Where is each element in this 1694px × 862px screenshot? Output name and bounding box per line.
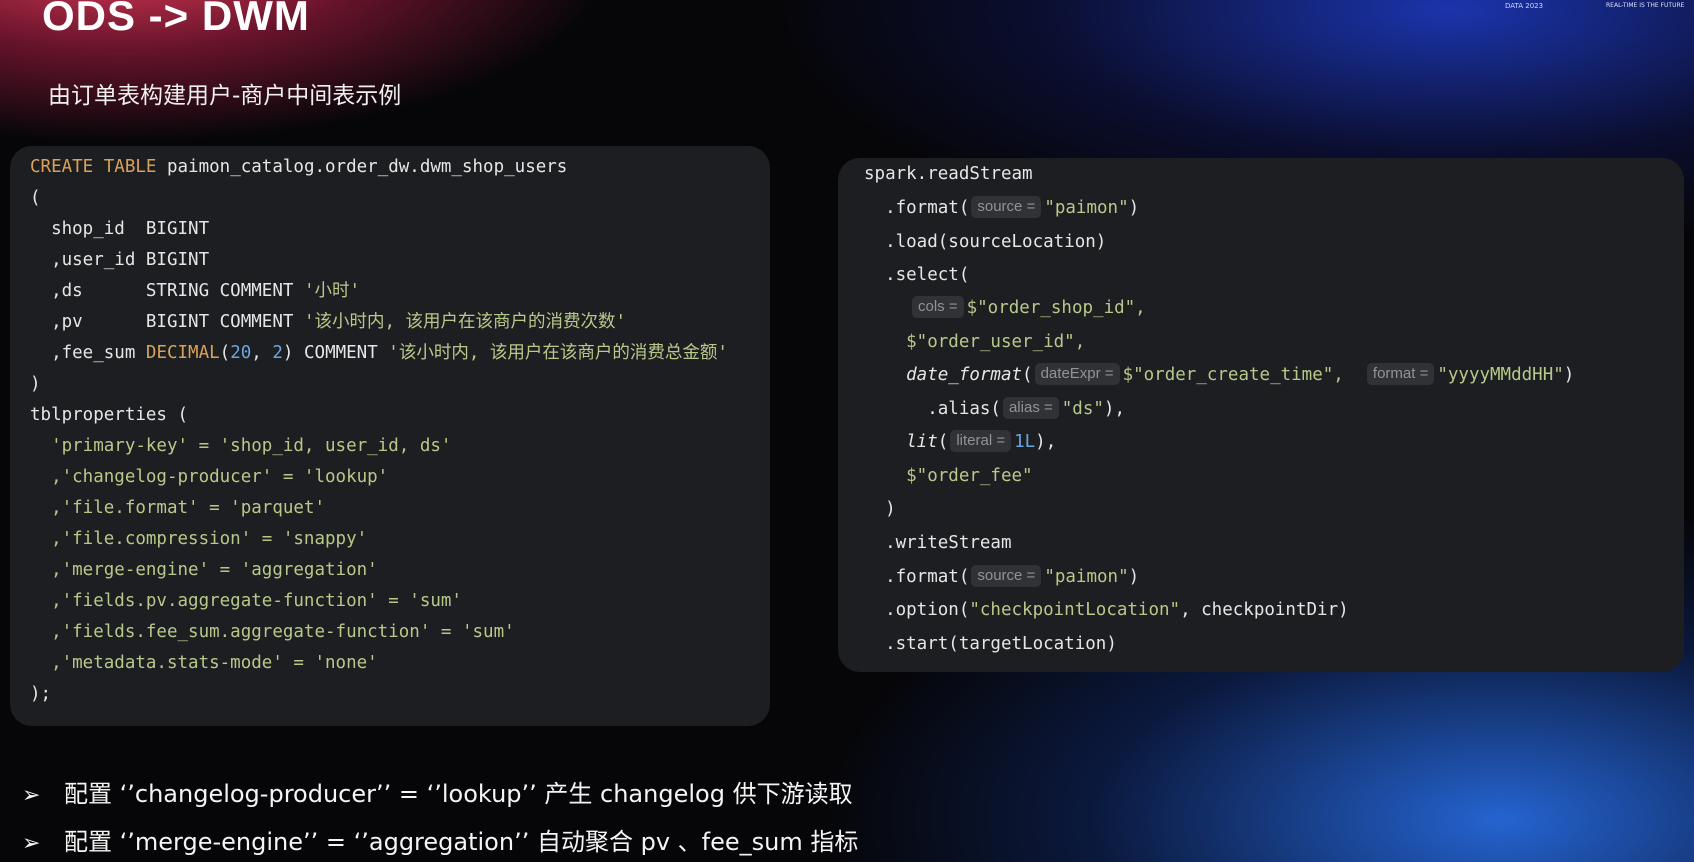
code-line: ,'file.compression' = 'snappy' (30, 529, 368, 549)
code-text: , (251, 343, 273, 363)
sql-keyword: DECIMAL (145, 343, 220, 363)
sql-keyword: CREATE TABLE (30, 157, 157, 177)
code-line: ); (30, 684, 52, 704)
code-line: ) (30, 374, 41, 394)
code-line: date_format(dateExpr = $"order_create_tim… (864, 362, 1574, 388)
code-line: ( (30, 188, 41, 208)
parameter-hint: format = (1366, 363, 1435, 385)
number-literal: 2 (272, 343, 283, 363)
slide-subtitle: 由订单表构建用户-商户中间表示例 (48, 83, 402, 109)
code-text: .option( (864, 600, 970, 620)
code-line: $"order_user_id", (864, 332, 1086, 352)
code-line: .writeStream (864, 533, 1012, 553)
bullet-text: 配置 ‘’merge-engine’’ = ‘’aggregation’’ 自动… (64, 828, 859, 856)
table-name: paimon_catalog.order_dw.dwm_shop_users (156, 157, 568, 177)
code-line: tblproperties ( (30, 405, 189, 425)
code-line: .select( (864, 265, 970, 285)
code-line: ,'fields.fee_sum.aggregate-function' = '… (30, 622, 515, 642)
code-text: .alias( (864, 399, 1001, 419)
string-literal: $"order_create_time", (1122, 365, 1344, 385)
code-text: .format( (864, 198, 970, 218)
code-line: .load(sourceLocation) (864, 232, 1107, 252)
parameter-hint: alias = (1002, 397, 1059, 419)
code-line: ,'changelog-producer' = 'lookup' (30, 467, 389, 487)
bullet-text: 配置 ‘’changelog-producer’’ = ‘’lookup’’ 产… (64, 780, 853, 808)
code-line: .format(source = "paimon") (864, 564, 1139, 590)
number-literal: 20 (230, 343, 252, 363)
code-line: shop_id BIGINT (30, 219, 210, 239)
code-line: cols = $"order_shop_id", (910, 295, 1146, 321)
code-line: lit(literal = 1L), (864, 429, 1056, 455)
code-text: ( (1022, 365, 1033, 385)
code-line: spark.readStream (864, 164, 1033, 184)
bullet-item: ➢ 配置 ‘’merge-engine’’ = ‘’aggregation’’ 自… (22, 822, 858, 857)
code-text: ( (219, 343, 231, 363)
code-line: .start(targetLocation) (864, 634, 1117, 654)
string-literal: "checkpointLocation" (969, 600, 1181, 620)
slide-title: ODS -> DWM (42, 0, 310, 39)
string-literal: "paimon" (1044, 567, 1129, 587)
parameter-hint: cols = (912, 296, 964, 318)
code-line: ,fee_sum DECIMAL(20, 2) COMMENT '该小时内, 该… (30, 340, 728, 366)
number-literal: 1L (1014, 432, 1036, 452)
code-line: $"order_fee" (864, 466, 1033, 486)
code-text: , checkpointDir) (1180, 600, 1349, 620)
parameter-hint: source = (971, 565, 1042, 587)
code-line: .format(source = "paimon") (864, 195, 1139, 221)
code-text: ), (1035, 432, 1057, 452)
string-literal: "yyyyMMddHH" (1437, 365, 1564, 385)
code-line: ,'file.format' = 'parquet' (30, 498, 326, 518)
code-text: ( (937, 432, 949, 452)
parameter-hint: literal = (950, 430, 1012, 452)
string-literal: '小时' (303, 281, 361, 301)
code-text: .format( (864, 567, 970, 587)
code-line: ,ds STRING COMMENT '小时' (30, 278, 360, 304)
event-tagline: REAL-TIME IS THE FUTURE (1606, 2, 1685, 9)
sql-code-panel: CREATE TABLE paimon_catalog.order_dw.dwm… (10, 146, 770, 726)
function-name: lit (864, 432, 938, 452)
code-text: ) (1128, 198, 1140, 218)
code-line: ,'merge-engine' = 'aggregation' (30, 560, 378, 580)
code-text: ,fee_sum (30, 343, 146, 363)
code-line: ,pv BIGINT COMMENT '该小时内, 该用户在该商户的消费次数' (30, 309, 626, 335)
code-text: ,pv BIGINT COMMENT (30, 312, 304, 332)
bullet-item: ➢ 配置 ‘’changelog-producer’’ = ‘’lookup’’ … (22, 774, 853, 809)
code-line: ,user_id BIGINT (30, 250, 210, 270)
string-literal: '该小时内, 该用户在该商户的消费总金额' (388, 343, 728, 363)
spark-code-panel: spark.readStream .format(source = "paimon… (838, 158, 1684, 672)
string-literal: $"order_shop_id", (966, 298, 1146, 318)
code-text: ), (1103, 399, 1125, 419)
event-logo: DATA 2023 (1505, 2, 1544, 10)
parameter-hint: source = (971, 196, 1042, 218)
code-line: .alias(alias = "ds"), (864, 396, 1125, 422)
string-literal: "ds" (1061, 399, 1104, 419)
code-text: ) COMMENT (282, 343, 389, 363)
code-line: ) (864, 499, 896, 519)
code-text: ,ds STRING COMMENT (30, 281, 304, 301)
string-literal: '该小时内, 该用户在该商户的消费次数' (303, 312, 627, 332)
arrow-bullet-icon: ➢ (22, 783, 41, 808)
parameter-hint: dateExpr = (1034, 363, 1120, 385)
code-text: ) (1128, 567, 1140, 587)
string-literal: "paimon" (1044, 198, 1129, 218)
arrow-bullet-icon: ➢ (22, 831, 41, 856)
code-line: CREATE TABLE paimon_catalog.order_dw.dwm… (30, 154, 567, 180)
code-line: ,'fields.pv.aggregate-function' = 'sum' (30, 591, 462, 611)
code-line: 'primary-key' = 'shop_id, user_id, ds' (30, 436, 452, 456)
code-text: ) (1563, 365, 1575, 385)
function-name: date_format (864, 365, 1023, 385)
code-line: .option("checkpointLocation", checkpoint… (864, 597, 1349, 623)
code-line: ,'metadata.stats-mode' = 'none' (30, 653, 378, 673)
